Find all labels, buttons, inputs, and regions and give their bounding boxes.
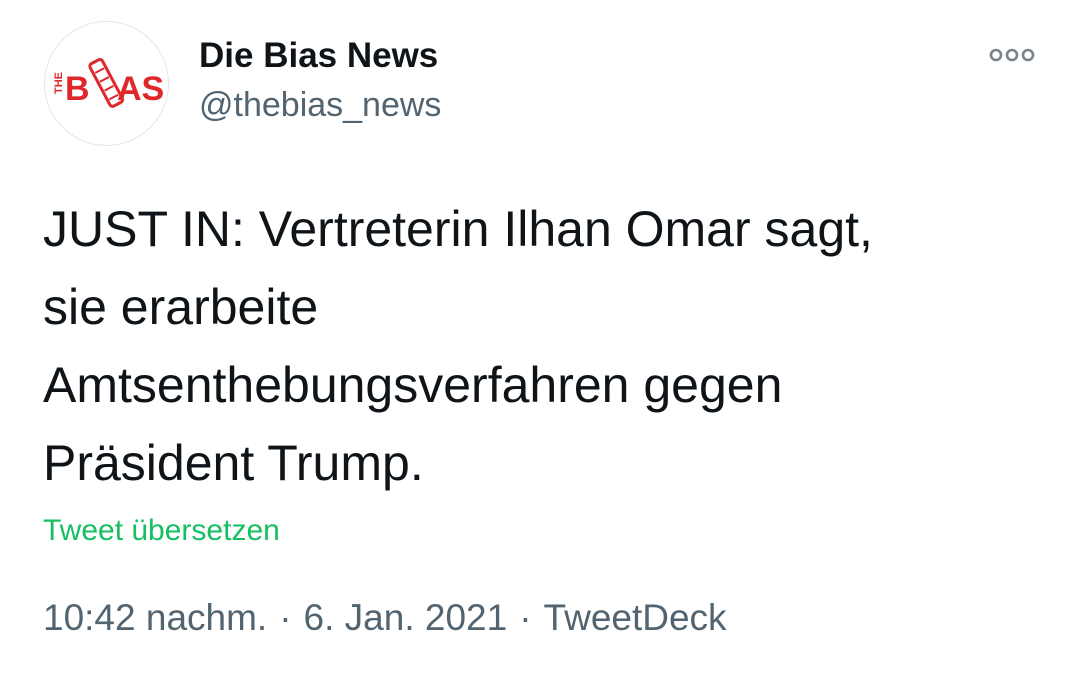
- tweet-author: Die Bias News @thebias_news: [199, 36, 441, 124]
- tweet-text: JUST IN: Vertreterin Ilhan Omar sagt, si…: [43, 201, 873, 491]
- tweet-card: THE B AS Die Bias News @thebias_news JUS…: [0, 0, 1080, 677]
- meta-separator: ·: [519, 597, 532, 638]
- tweet-time[interactable]: 10:42 nachm.: [43, 597, 267, 638]
- the-bias-logo-icon: THE B AS: [53, 58, 164, 108]
- svg-text:AS: AS: [117, 70, 164, 108]
- tweet-meta: 10:42 nachm. · 6. Jan. 2021 · TweetDeck: [43, 596, 727, 640]
- author-handle[interactable]: @thebias_news: [199, 86, 441, 124]
- tweet-source[interactable]: TweetDeck: [544, 597, 727, 638]
- svg-text:B: B: [65, 70, 90, 108]
- more-options-icon: [989, 48, 1035, 62]
- svg-text:THE: THE: [53, 72, 65, 94]
- author-display-name[interactable]: Die Bias News: [199, 36, 441, 76]
- tweet-date[interactable]: 6. Jan. 2021: [304, 597, 508, 638]
- meta-separator: ·: [279, 597, 292, 638]
- more-options-button[interactable]: [988, 44, 1036, 66]
- translate-tweet-link[interactable]: Tweet übersetzen: [43, 512, 280, 550]
- avatar[interactable]: THE B AS: [44, 21, 169, 146]
